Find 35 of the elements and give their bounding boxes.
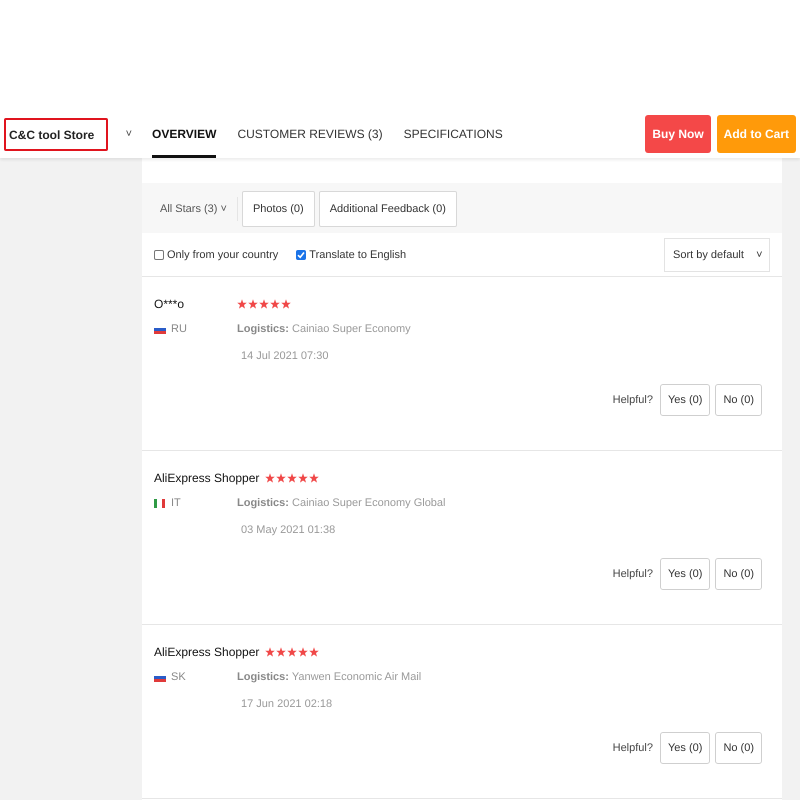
reviewer-name: O***o (154, 297, 184, 311)
sort-dropdown[interactable]: Sort by default ˅ (664, 238, 770, 272)
flag-icon (154, 498, 166, 508)
tab[interactable]: SPECIFICATIONS (404, 110, 503, 158)
yes-button[interactable]: Yes (0) (660, 732, 710, 764)
caret-icon[interactable]: ˅ (126, 128, 132, 140)
checkbox-label[interactable]: Only from your country (167, 248, 278, 260)
filter-button[interactable]: Additional Feedback (0) (318, 190, 457, 226)
review-date: 17 Jun 2021 02:18 (241, 698, 334, 710)
no-button[interactable]: No (0) (715, 732, 762, 764)
helpful-label: Helpful? (612, 742, 653, 754)
logistics-text: Logistics: Cainiao Super Economy Global (237, 497, 446, 509)
helpful-label: Helpful? (612, 394, 653, 406)
country-code: RU (171, 323, 187, 335)
country-code: SK (171, 671, 186, 683)
review-date: 14 Jul 2021 07:30 (241, 350, 330, 362)
logistics-text: Logistics: Yanwen Economic Air Mail (237, 671, 422, 683)
country-code: IT (171, 497, 181, 509)
tab[interactable]: CUSTOMER REVIEWS (3) (237, 110, 383, 158)
filter-button[interactable]: Photos (0) (242, 190, 315, 226)
buy-now-button[interactable]: Buy Now (645, 115, 711, 153)
checkbox-label[interactable]: Translate to English (309, 248, 406, 260)
helpful-label: Helpful? (612, 568, 653, 580)
checkbox[interactable] (296, 250, 306, 260)
checkbox[interactable] (154, 250, 164, 260)
logistics-text: Logistics: Cainiao Super Economy (237, 323, 411, 335)
no-button[interactable]: No (0) (715, 384, 762, 416)
yes-button[interactable]: Yes (0) (660, 558, 710, 590)
no-button[interactable]: No (0) (715, 558, 762, 590)
star-filter-dropdown[interactable]: All Stars (3) ˅ (154, 196, 238, 220)
store-name[interactable]: C&C tool Store (4, 118, 108, 150)
reviewer-name: AliExpress Shopper (154, 645, 260, 659)
yes-button[interactable]: Yes (0) (660, 384, 710, 416)
reviewer-name: AliExpress Shopper (154, 471, 260, 485)
review-date: 03 May 2021 01:38 (241, 524, 336, 536)
